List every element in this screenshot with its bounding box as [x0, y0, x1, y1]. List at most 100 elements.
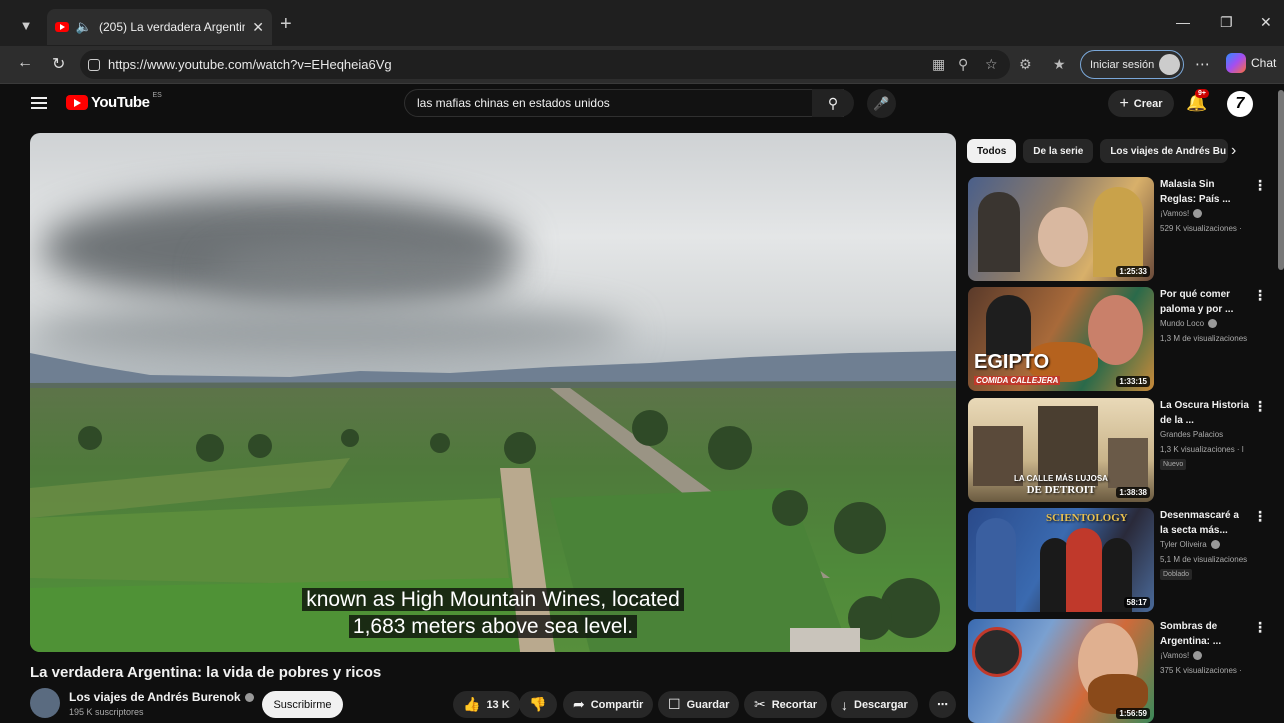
- recommendation-channel[interactable]: ¡Vamos!: [1160, 209, 1203, 219]
- recommendation-item[interactable]: SCIENTOLOGY 58:17 Desenmascaré a la sect…: [968, 508, 1268, 612]
- create-button[interactable]: + Crear: [1108, 90, 1174, 117]
- extensions-icon[interactable]: ⚙: [1019, 56, 1032, 73]
- chat-label: Chat: [1251, 56, 1277, 70]
- restore-icon[interactable]: ❐: [1220, 14, 1233, 31]
- recommendation-channel[interactable]: Grandes Palacios: [1160, 430, 1223, 439]
- recommendation-item[interactable]: LA CALLE MÁS LUJOSA DE DETROIT 1:38:38 L…: [968, 398, 1268, 502]
- share-label: Compartir: [590, 698, 644, 711]
- browser-menu-icon[interactable]: ⋯: [1195, 55, 1210, 73]
- recommendation-channel[interactable]: Mundo Loco: [1160, 319, 1218, 329]
- recommendation-item[interactable]: 1:25:33 Malasia Sin Reglas: País ... ¡Va…: [968, 177, 1268, 281]
- recommendation-item[interactable]: EGIPTO COMIDA CALLEJERA 1:33:15 Por qué …: [968, 287, 1268, 391]
- recommendation-title[interactable]: Por qué comer paloma y por ...: [1160, 287, 1250, 317]
- signin-label: Iniciar sesión: [1090, 58, 1155, 71]
- verified-icon: [1210, 540, 1220, 550]
- verified-icon: [1208, 319, 1218, 329]
- download-button[interactable]: ↓ Descargar: [831, 691, 918, 718]
- recommendation-title[interactable]: Sombras de Argentina: ...: [1160, 619, 1250, 649]
- back-arrow-icon[interactable]: ←: [17, 54, 33, 72]
- video-duration: 1:33:15: [1116, 376, 1150, 387]
- search-button[interactable]: ⚲: [812, 89, 854, 117]
- search-icon: ⚲: [827, 94, 839, 111]
- tab-list-chevron-icon[interactable]: ▼: [14, 13, 38, 37]
- new-badge: Nuevo: [1160, 459, 1187, 470]
- favorites-icon[interactable]: ★: [1053, 56, 1066, 73]
- youtube-play-icon: [66, 95, 88, 110]
- channel-name-link[interactable]: Los viajes de Andrés Burenok: [69, 690, 254, 704]
- url-bar[interactable]: https://www.youtube.com/watch?v=EHeqheia…: [80, 50, 1010, 79]
- more-vertical-icon[interactable]: ⋮: [1253, 398, 1267, 415]
- dislike-button[interactable]: 👎: [519, 691, 557, 718]
- filter-chips: Todos De la serie Los viajes de Andrés B…: [967, 139, 1229, 163]
- download-icon: ↓: [841, 696, 848, 713]
- zoom-icon[interactable]: ⚲: [958, 56, 968, 73]
- bookmark-icon: ☐: [668, 696, 681, 712]
- notifications-button[interactable]: 🔔 9+: [1186, 89, 1209, 113]
- recommendation-views: 1,3 K visualizaciones · l: [1160, 445, 1244, 454]
- chip-channel[interactable]: Los viajes de Andrés Bu: [1100, 139, 1229, 163]
- minimize-icon[interactable]: —: [1176, 14, 1190, 30]
- recommendation-title[interactable]: Malasia Sin Reglas: País ...: [1160, 177, 1250, 207]
- recommendation-title[interactable]: Desenmascaré a la secta más...: [1160, 508, 1250, 538]
- thumbnail-headline: EGIPTO: [974, 351, 1050, 373]
- more-vertical-icon[interactable]: ⋮: [1253, 619, 1267, 636]
- thumbnail-headline: LA CALLE MÁS LUJOSA: [1014, 474, 1108, 483]
- signin-button[interactable]: Iniciar sesión: [1080, 50, 1184, 79]
- country-code: ES: [152, 92, 162, 99]
- youtube-logo[interactable]: YouTube ES: [66, 92, 162, 111]
- voice-search-button[interactable]: 🎤: [867, 89, 896, 118]
- more-vertical-icon[interactable]: ⋮: [1253, 177, 1267, 194]
- video-thumbnail[interactable]: EGIPTO COMIDA CALLEJERA 1:33:15: [968, 287, 1154, 391]
- subscribe-button[interactable]: Suscribirme: [262, 691, 343, 718]
- more-horizontal-icon: ⋯: [937, 699, 948, 711]
- recommendation-channel[interactable]: ¡Vamos!: [1160, 651, 1203, 661]
- lock-icon: [88, 58, 100, 71]
- browser-tab-bar: ▼ 🔈 (205) La verdadera Argentina: la vid…: [0, 0, 1284, 50]
- like-count: 13 K: [486, 698, 510, 711]
- video-player[interactable]: known as High Mountain Wines, located 1,…: [30, 133, 956, 652]
- hamburger-menu-icon[interactable]: [31, 97, 47, 109]
- chevron-right-icon[interactable]: ›: [1231, 142, 1236, 160]
- clip-button[interactable]: ✂ Recortar: [744, 691, 827, 718]
- video-captions: known as High Mountain Wines, located 1,…: [30, 586, 956, 640]
- save-button[interactable]: ☐ Guardar: [658, 691, 740, 718]
- close-tab-icon[interactable]: ✕: [252, 19, 264, 36]
- app-available-icon[interactable]: ▦: [932, 56, 945, 73]
- thumbnail-headline: SCIENTOLOGY: [1046, 512, 1128, 524]
- recommendation-channel[interactable]: Tyler Oliveira: [1160, 540, 1220, 550]
- copilot-chat-button[interactable]: Chat: [1226, 53, 1276, 73]
- more-vertical-icon[interactable]: ⋮: [1253, 287, 1267, 304]
- more-vertical-icon[interactable]: ⋮: [1253, 508, 1267, 525]
- search-input[interactable]: las mafias chinas en estados unidos ✕: [404, 89, 844, 117]
- speaker-icon[interactable]: 🔈: [76, 19, 92, 35]
- chip-de-la-serie[interactable]: De la serie: [1023, 139, 1094, 163]
- browser-tab-active[interactable]: 🔈 (205) La verdadera Argentina: la vida …: [47, 9, 272, 45]
- youtube-page: YouTube ES las mafias chinas en estados …: [9, 84, 1284, 723]
- recommendation-views: 375 K visualizaciones ·: [1160, 666, 1242, 675]
- channel-avatar[interactable]: [30, 688, 60, 718]
- recommendation-title[interactable]: La Oscura Historia de la ...: [1160, 398, 1250, 428]
- new-tab-plus-icon[interactable]: +: [280, 14, 292, 34]
- address-toolbar: ← ↻ https://www.youtube.com/watch?v=EHeq…: [0, 46, 1284, 84]
- recommendation-views: 1,3 M de visualizaciones: [1160, 334, 1248, 343]
- recommendation-views: 5,1 M de visualizaciones: [1160, 555, 1248, 564]
- page-scrollbar[interactable]: [1278, 90, 1284, 270]
- video-duration: 58:17: [1123, 597, 1150, 608]
- copilot-icon: [1226, 53, 1246, 73]
- video-thumbnail[interactable]: 1:56:59: [968, 619, 1154, 723]
- video-duration: 1:56:59: [1116, 708, 1150, 719]
- video-duration: 1:25:33: [1116, 266, 1150, 277]
- video-thumbnail[interactable]: LA CALLE MÁS LUJOSA DE DETROIT 1:38:38: [968, 398, 1154, 502]
- share-button[interactable]: ➦ Compartir: [563, 691, 654, 718]
- tab-title: (205) La verdadera Argentina: la vida de…: [99, 20, 246, 34]
- account-avatar[interactable]: 7: [1227, 91, 1253, 117]
- favorite-star-icon[interactable]: ☆: [985, 56, 998, 73]
- chip-todos[interactable]: Todos: [967, 139, 1017, 163]
- recommendation-item[interactable]: 1:56:59 Sombras de Argentina: ... ¡Vamos…: [968, 619, 1268, 723]
- video-thumbnail[interactable]: SCIENTOLOGY 58:17: [968, 508, 1154, 612]
- video-thumbnail[interactable]: 1:25:33: [968, 177, 1154, 281]
- like-button[interactable]: 👍 13 K: [453, 691, 520, 718]
- close-window-icon[interactable]: ✕: [1260, 14, 1272, 31]
- more-actions-button[interactable]: ⋯: [929, 691, 956, 718]
- reload-icon[interactable]: ↻: [52, 54, 65, 74]
